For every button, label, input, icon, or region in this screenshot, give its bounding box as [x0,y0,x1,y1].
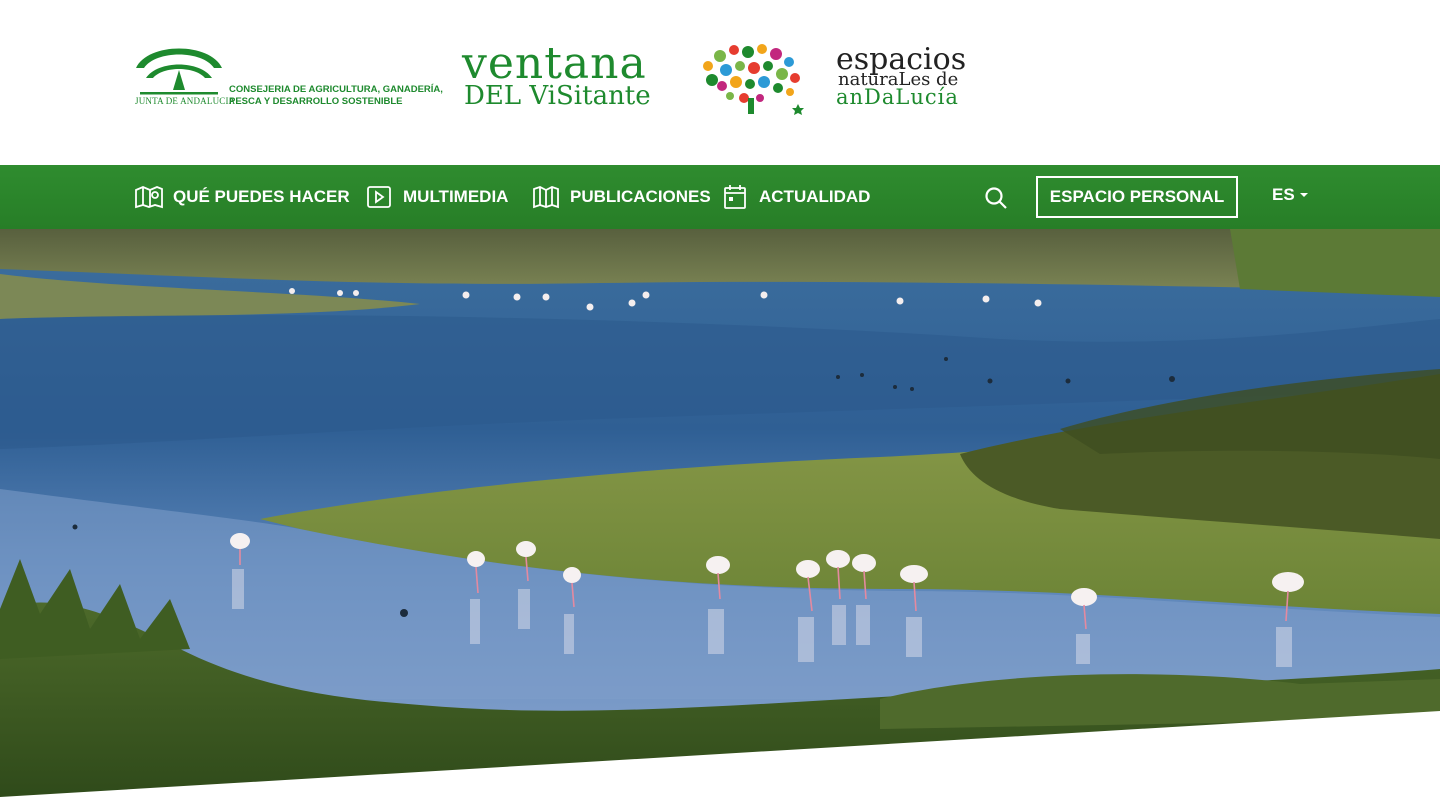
language-selector[interactable]: ES [1272,185,1308,205]
search-icon [985,187,1007,209]
junta-department: CONSEJERIA DE AGRICULTURA, GANADERÍA, PE… [229,84,443,108]
chevron-down-icon [1299,193,1308,197]
espacios-region: anDaLucía [836,85,959,109]
nature-tree-logo-icon [703,44,804,115]
espacio-personal-button[interactable]: ESPACIO PERSONAL [1036,176,1238,218]
hero-image [0,229,1440,800]
junta-department-line1: CONSEJERIA DE AGRICULTURA, GANADERÍA, [229,84,443,95]
ventana-subtitle: DEL ViSitante [464,81,651,111]
ventana-del-visitante-logo[interactable]: ventana DEL ViSitante [462,40,682,120]
nav-item-multimedia[interactable]: MULTIMEDIA [364,165,508,229]
nav-item-publicaciones[interactable]: PUBLICACIONES [531,165,711,229]
nav-label: MULTIMEDIA [403,187,509,206]
nav-item-que-puedes-hacer[interactable]: QUÉ PUEDES HACER [134,165,350,229]
nav-label: QUÉ PUEDES HACER [173,187,350,206]
junta-emblem-icon [136,48,222,95]
junta-andalucia-logo[interactable]: JUNTA DE ANDALUCIA CONSEJERIA DE AGRICUL… [134,44,443,114]
site-header: JUNTA DE ANDALUCIA CONSEJERIA DE AGRICUL… [0,0,1440,165]
language-label: ES [1272,185,1295,204]
book-icon [531,184,561,210]
play-icon [364,184,394,210]
search-button[interactable] [982,184,1010,212]
junta-name: JUNTA DE ANDALUCIA [135,96,236,106]
nav-label: ACTUALIDAD [759,187,871,206]
nav-item-actualidad[interactable]: ACTUALIDAD [720,165,870,229]
calendar-icon [720,184,750,210]
espacios-naturales-logo[interactable]: espacios naturaLes de anDaLucía [836,44,1006,114]
junta-department-line2: PESCA Y DESARROLLO SOSTENIBLE [229,96,403,107]
main-navigation: QUÉ PUEDES HACER MULTIMEDIA PUBLICACIONE… [0,165,1440,229]
nav-label: PUBLICACIONES [570,187,711,206]
map-pin-icon [134,184,164,210]
